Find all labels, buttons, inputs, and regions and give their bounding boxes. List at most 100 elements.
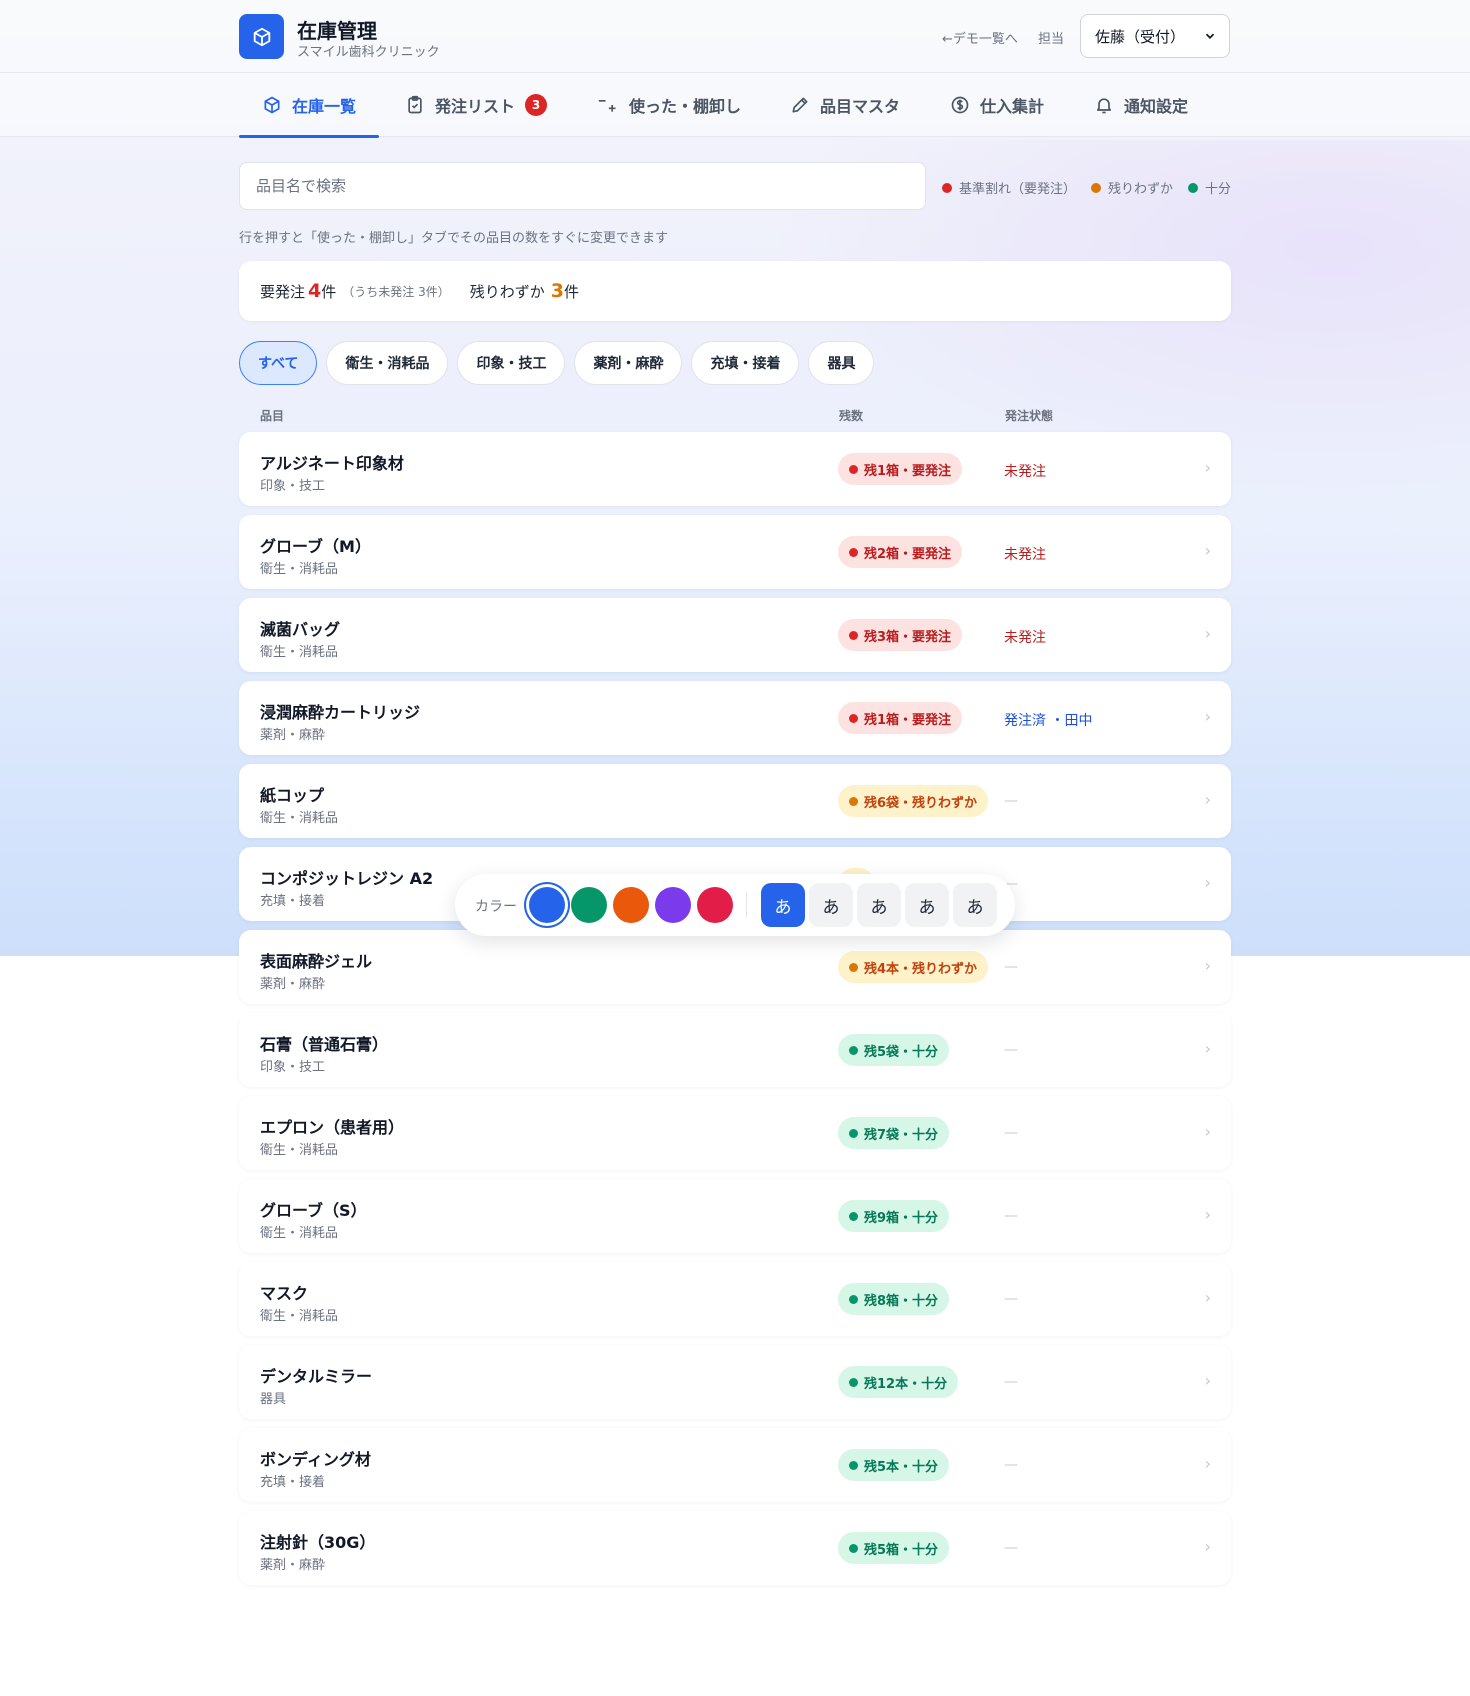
filter-instruments[interactable]: 器具 [808, 341, 875, 385]
low-stock-unit: 件 [563, 282, 579, 301]
stock-status-badge: 残5箱・十分 [838, 1532, 950, 1564]
legend-item-low: 残りわずか [1091, 178, 1173, 197]
filter-hygiene[interactable]: 衛生・消耗品 [326, 341, 449, 385]
table-row[interactable]: アルジネート印象材 印象・技工 残1箱・要発注 未発注 › [239, 432, 1231, 506]
green-status-dot [849, 1543, 858, 1553]
table-row[interactable]: グローブ（S） 衛生・消耗品 残9箱・十分 — › [239, 1179, 1231, 1253]
color-swatch-purple[interactable] [655, 887, 691, 923]
box-icon [264, 96, 280, 114]
item-name: エプロン（患者用） [260, 1118, 405, 1137]
table-row[interactable]: デンタルミラー 器具 残12本・十分 — › [239, 1345, 1231, 1419]
category-filters: すべて 衛生・消耗品 印象・技工 薬剤・麻酔 充填・接着 器具 [239, 341, 875, 385]
color-swatch-blue[interactable] [529, 887, 565, 923]
tab-label: 在庫一覧 [292, 97, 357, 116]
table-row[interactable]: マスク 衛生・消耗品 残8箱・十分 — › [239, 1262, 1231, 1336]
color-swatch-pink[interactable] [697, 887, 733, 923]
table-row[interactable]: グローブ（M） 衛生・消耗品 残2箱・要発注 未発注 › [239, 515, 1231, 589]
table-row[interactable]: 表面麻酔ジェル 薬剤・麻酔 残4本・残りわずか — › [239, 930, 1231, 1004]
color-swatch-green[interactable] [571, 887, 607, 923]
order-status: — [1004, 793, 1018, 809]
filter-all[interactable]: すべて [239, 341, 318, 385]
item-category: 器具 [260, 1392, 287, 1407]
filter-filling[interactable]: 充填・接着 [691, 341, 800, 385]
bell-icon [1096, 98, 1112, 114]
item-category: 衛生・消耗品 [260, 1309, 339, 1324]
table-row[interactable]: 浸潤麻酔カートリッジ 薬剤・麻酔 残1箱・要発注 発注済 ・田中 › [239, 681, 1231, 755]
table-row[interactable]: 石膏（普通石膏） 印象・技工 残5袋・十分 — › [239, 1013, 1231, 1087]
tab-label: 品目マスタ [820, 97, 901, 116]
red-status-dot [849, 630, 858, 640]
table-row[interactable]: 注射針（30G） 薬剤・麻酔 残5箱・十分 — › [239, 1511, 1231, 1585]
need-order-unit: 件 [321, 282, 337, 301]
red-status-dot [849, 464, 858, 474]
item-category: 印象・技工 [260, 479, 326, 494]
item-name: グローブ（M） [260, 537, 371, 556]
stock-status-badge: 残7袋・十分 [838, 1117, 950, 1149]
font-option-4[interactable]: あ [905, 883, 949, 927]
column-header-order-status: 発注状態 [1005, 409, 1054, 423]
chevron-right-icon: › [1204, 790, 1211, 809]
back-to-demos-link[interactable]: ←デモ一覧へ [942, 28, 1018, 47]
item-name: デンタルミラー [260, 1367, 373, 1386]
filter-medication[interactable]: 薬剤・麻酔 [574, 341, 683, 385]
need-order-count: 4 [308, 280, 322, 302]
stock-text: 残6袋・残りわずか [864, 795, 978, 811]
order-status: — [1004, 1042, 1018, 1058]
chevron-right-icon: › [1204, 624, 1211, 643]
font-option-2[interactable]: あ [809, 883, 853, 927]
stock-status-badge: 残9箱・十分 [838, 1200, 950, 1232]
page: 在庫管理 スマイル歯科クリニック ←デモ一覧へ 担当 佐藤（受付） 在庫一覧 発… [0, 0, 1470, 1696]
color-swatch-orange[interactable] [613, 887, 649, 923]
item-name: 浸潤麻酔カートリッジ [260, 703, 421, 722]
tab-notification-settings[interactable]: 通知設定 [1094, 73, 1188, 137]
orange-status-dot [849, 962, 858, 972]
theme-palette: カラー あ あ あ あ あ [455, 874, 1015, 936]
clinic-name: スマイル歯科クリニック [297, 45, 440, 60]
column-header-item: 品目 [260, 409, 285, 423]
column-header-stock: 残数 [839, 409, 864, 423]
item-category: 衛生・消耗品 [260, 562, 339, 577]
item-name: マスク [260, 1284, 309, 1303]
font-option-1[interactable]: あ [761, 883, 805, 927]
item-category: 衛生・消耗品 [260, 645, 339, 660]
main-tabs: 在庫一覧 発注リスト 3 使った・棚卸し 品目マスタ 仕入集計 通知設定 [0, 73, 1470, 138]
stock-text: 残1箱・要発注 [864, 712, 952, 728]
tab-order-list[interactable]: 発注リスト 3 [405, 73, 548, 137]
table-row[interactable]: エプロン（患者用） 衛生・消耗品 残7袋・十分 — › [239, 1096, 1231, 1170]
order-status: — [1004, 1374, 1018, 1390]
table-row[interactable]: 滅菌バッグ 衛生・消耗品 残3箱・要発注 未発注 › [239, 598, 1231, 672]
stock-text: 残5箱・十分 [864, 1542, 939, 1558]
low-stock-label: 残りわずか [469, 282, 545, 301]
search-input[interactable] [239, 162, 926, 210]
tab-usage-stocktake[interactable]: 使った・棚卸し [597, 73, 741, 137]
stock-text: 残12本・十分 [864, 1376, 948, 1392]
order-status: 発注済 ・田中 [1004, 713, 1093, 729]
chevron-right-icon: › [1204, 1537, 1211, 1556]
order-status: 未発注 [1004, 464, 1046, 480]
tab-label: 通知設定 [1124, 97, 1189, 116]
font-option-3[interactable]: あ [857, 883, 901, 927]
table-row[interactable]: 紙コップ 衛生・消耗品 残6袋・残りわずか — › [239, 764, 1231, 838]
order-status: — [1004, 1125, 1018, 1141]
table-row[interactable]: ボンディング材 充填・接着 残5本・十分 — › [239, 1428, 1231, 1502]
stock-status-badge: 残5袋・十分 [838, 1034, 950, 1066]
green-status-dot [849, 1460, 858, 1470]
item-name: 石膏（普通石膏） [260, 1035, 389, 1054]
item-category: 薬剤・麻酔 [260, 728, 326, 743]
green-status-dot [849, 1128, 858, 1138]
filter-impression[interactable]: 印象・技工 [457, 341, 566, 385]
tab-label: 使った・棚卸し [629, 97, 742, 116]
tab-item-master[interactable]: 品目マスタ [790, 73, 900, 137]
item-category: 充填・接着 [260, 1475, 326, 1490]
item-name: 表面麻酔ジェル [260, 952, 373, 971]
item-name: 紙コップ [260, 786, 325, 805]
font-option-5[interactable]: あ [953, 883, 997, 927]
green-status-dot [849, 1377, 858, 1387]
tab-purchase-summary[interactable]: 仕入集計 [950, 73, 1044, 137]
tab-inventory[interactable]: 在庫一覧 [239, 73, 379, 138]
item-category: 衛生・消耗品 [260, 811, 339, 826]
stock-text: 残2箱・要発注 [864, 546, 952, 562]
staff-select[interactable]: 佐藤（受付） [1080, 14, 1230, 58]
red-status-dot [849, 547, 858, 557]
legend-label: 十分 [1205, 182, 1232, 197]
